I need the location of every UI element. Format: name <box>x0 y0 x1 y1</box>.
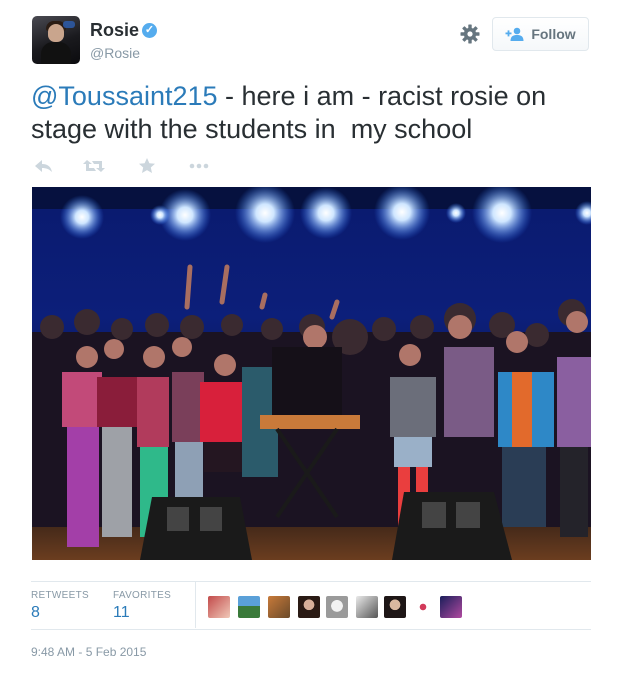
follow-label: Follow <box>531 26 576 42</box>
mention-link[interactable]: @Toussaint215 <box>31 81 218 111</box>
retweets-count[interactable]: 8 <box>31 604 40 622</box>
tweet-photo[interactable] <box>32 187 591 560</box>
tweet-text: @Toussaint215 - here i am - racist rosie… <box>31 80 596 146</box>
favoriter-avatar[interactable] <box>412 596 434 618</box>
stats-top-divider <box>31 581 591 582</box>
retweet-icon[interactable] <box>83 157 105 175</box>
user-handle[interactable]: @Rosie <box>90 45 140 61</box>
more-icon[interactable] <box>188 157 210 175</box>
favoriter-avatar[interactable] <box>384 596 406 618</box>
add-user-icon <box>505 27 524 41</box>
stats-bottom-divider <box>31 629 591 630</box>
tweet-timestamp[interactable]: 9:48 AM - 5 Feb 2015 <box>31 645 146 659</box>
verified-badge-icon: ✓ <box>142 23 157 38</box>
favoriter-avatar[interactable] <box>326 596 348 618</box>
favoriter-avatar[interactable] <box>298 596 320 618</box>
favorites-count[interactable]: 11 <box>113 604 130 622</box>
favoriter-avatar[interactable] <box>208 596 230 618</box>
retweets-label[interactable]: RETWEETS <box>31 590 89 601</box>
favoriter-avatar[interactable] <box>440 596 462 618</box>
favorite-icon[interactable] <box>136 157 158 175</box>
user-name[interactable]: Rosie <box>90 20 139 41</box>
reply-icon[interactable] <box>33 157 55 175</box>
user-avatar[interactable] <box>32 16 80 64</box>
stats-vertical-divider <box>195 582 196 628</box>
favoriter-avatar[interactable] <box>238 596 260 618</box>
favorites-label[interactable]: FAVORITES <box>113 590 171 601</box>
gear-icon[interactable] <box>460 24 480 44</box>
favoriter-avatar[interactable] <box>356 596 378 618</box>
favoriter-avatar[interactable] <box>268 596 290 618</box>
follow-button[interactable]: Follow <box>492 17 589 51</box>
